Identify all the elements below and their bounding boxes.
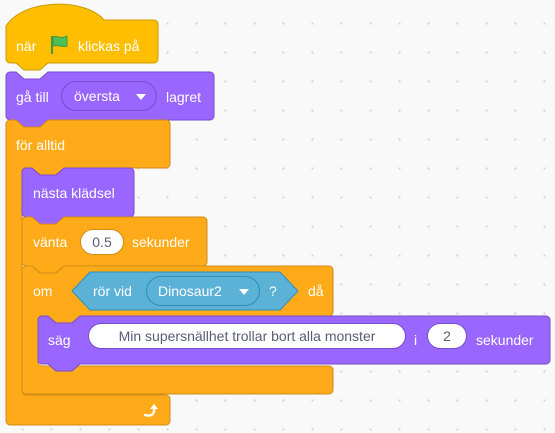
if-label-before: om bbox=[33, 283, 53, 299]
chevron-down-icon bbox=[136, 94, 146, 100]
next-costume-label: nästa klädsel bbox=[33, 185, 115, 201]
wait-seconds-input[interactable]: 0.5 bbox=[80, 229, 124, 255]
goto-label-after: lagret bbox=[166, 89, 202, 105]
say-message-input[interactable]: Min supersnällhet trollar bort alla mons… bbox=[88, 323, 406, 349]
layer-dropdown-value: översta bbox=[74, 88, 120, 104]
touching-label-before: rör vid bbox=[93, 283, 132, 299]
block-shapes bbox=[5, 3, 551, 426]
say-label-middle: i bbox=[414, 332, 418, 348]
chevron-down-icon bbox=[239, 289, 249, 295]
hat-label-after: klickas på bbox=[78, 38, 140, 54]
green-flag-icon bbox=[51, 35, 68, 54]
touching-label-after: ? bbox=[269, 283, 277, 299]
goto-label-before: gå till bbox=[16, 89, 49, 105]
say-seconds-input[interactable]: 2 bbox=[427, 323, 467, 349]
layer-dropdown[interactable]: översta bbox=[61, 81, 157, 111]
loop-arrow-icon bbox=[143, 404, 158, 417]
touching-sprite-dropdown[interactable]: Dinosaur2 bbox=[146, 276, 260, 306]
if-label-after: då bbox=[308, 283, 324, 299]
forever-label: för alltid bbox=[16, 137, 66, 153]
say-label-before: säg bbox=[48, 332, 71, 348]
hat-label-before: när bbox=[16, 38, 37, 54]
touching-dropdown-value: Dinosaur2 bbox=[158, 283, 222, 299]
wait-label-before: vänta bbox=[33, 234, 68, 250]
wait-label-after: sekunder bbox=[132, 234, 190, 250]
say-label-after: sekunder bbox=[476, 332, 534, 348]
